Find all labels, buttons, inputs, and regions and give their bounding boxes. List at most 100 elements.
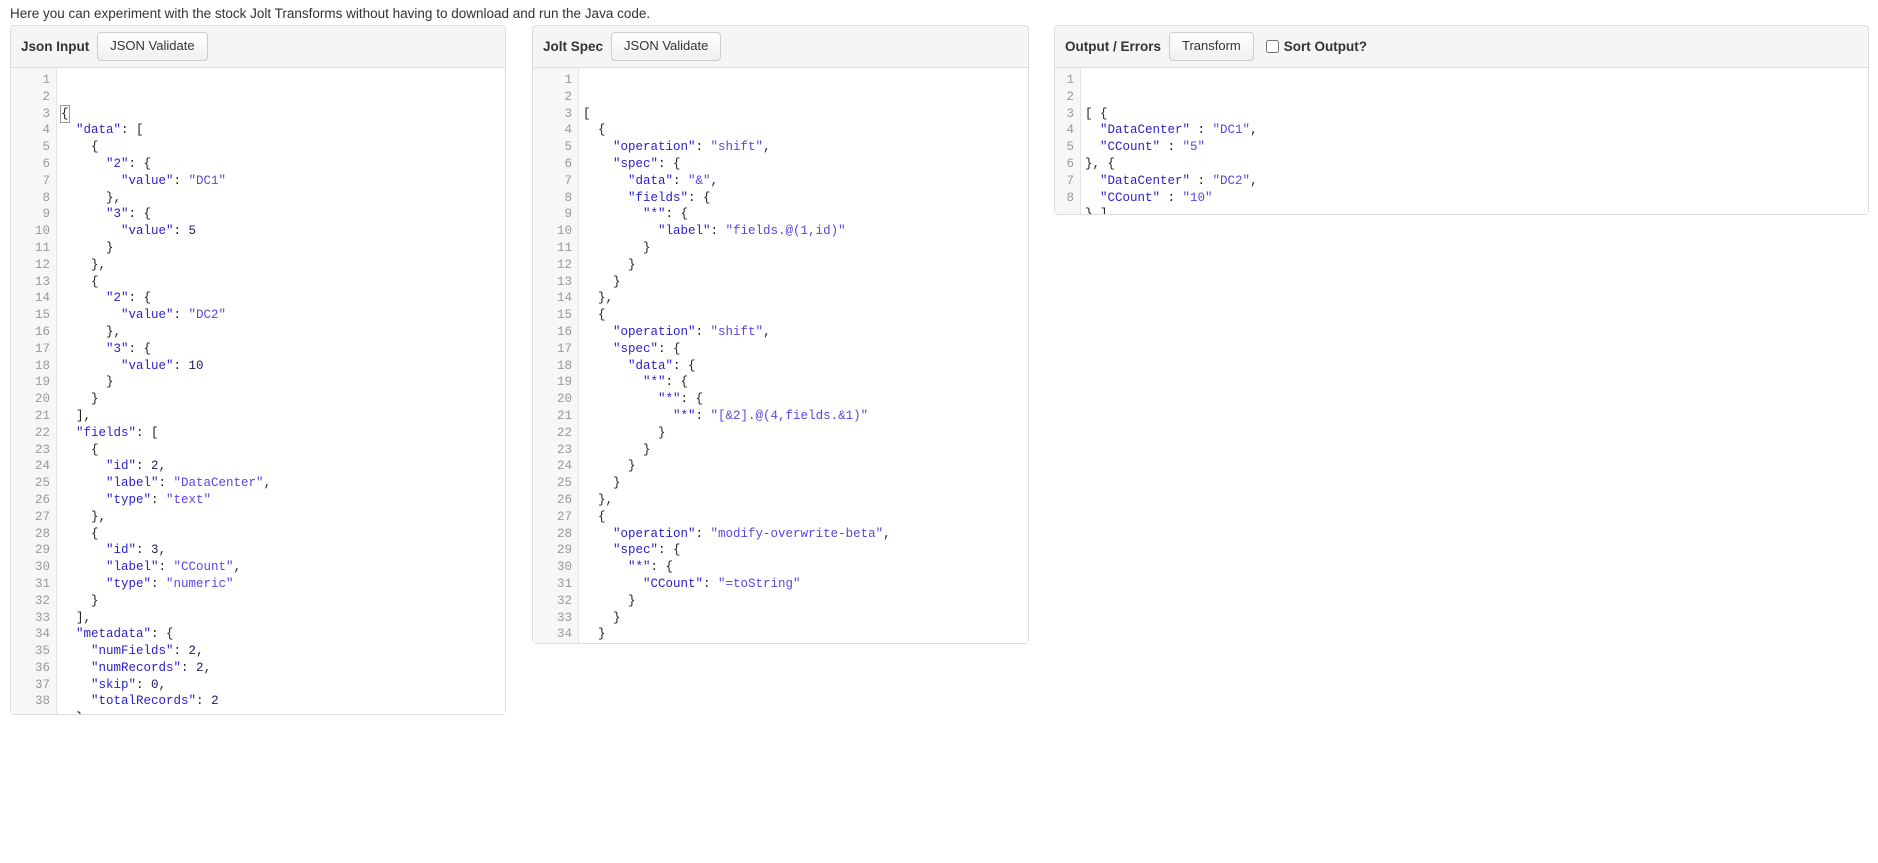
code-line: } — [61, 240, 114, 255]
code-line: } — [583, 442, 651, 457]
code-line: "type": "text" — [106, 492, 212, 507]
code-line: [ — [583, 106, 591, 121]
json-input-code-lines: { "data": [ { "2": { "value": "DC1" }, "… — [60, 102, 505, 714]
line-number: 29 — [34, 543, 50, 558]
line-number: 27 — [556, 509, 572, 524]
line-number: 25 — [34, 476, 50, 491]
code-line: } — [583, 459, 636, 474]
code-line: "2": { — [106, 156, 152, 171]
line-number: 31 — [556, 576, 572, 591]
code-line: } — [583, 593, 636, 608]
code-line: "label": "fields.@(1,id)" — [658, 224, 846, 239]
line-number: 20 — [556, 392, 572, 407]
code-line: { — [61, 140, 99, 155]
code-line: "type": "numeric" — [106, 576, 234, 591]
jolt-spec-editor[interactable]: 1 2 3 4 5 6 7 8 9 10 11 12 13 14 15 16 17 18 19 20 21 22 23 24 2… — [533, 68, 1028, 643]
line-number: 9 — [564, 207, 572, 222]
line-number: 13 — [34, 274, 50, 289]
code-line: "value": 10 — [121, 358, 204, 373]
json-input-gutter: 1 2 3 4 5 6 7 8 9 10 11 12 13 14 15 16 17 18 19 20 21 22 23 24 2… — [11, 68, 57, 714]
code-line: { — [61, 526, 99, 541]
code-line: "data": { — [628, 358, 696, 373]
code-line: "*": { — [658, 392, 704, 407]
line-number: 16 — [34, 324, 50, 339]
json-input-editor[interactable]: 1 2 3 4 5 6 7 8 9 10 11 12 13 14 15 16 17 18 19 20 21 22 23 24 2… — [11, 68, 505, 714]
line-number: 6 — [564, 156, 572, 171]
code-line: { — [61, 442, 99, 457]
code-line: "fields": [ — [76, 425, 159, 440]
code-line: } — [583, 425, 666, 440]
code-line: "spec": { — [613, 341, 681, 356]
line-number: 38 — [34, 694, 50, 709]
line-number: 14 — [556, 291, 572, 306]
code-line: "value": "DC2" — [121, 308, 227, 323]
code-line: "data": "&", — [628, 173, 719, 188]
output-errors-header: Output / Errors Transform Sort Output? — [1055, 26, 1868, 68]
jolt-spec-header: Jolt Spec JSON Validate — [533, 26, 1028, 68]
code-line: { — [61, 274, 99, 289]
jolt-spec-gutter-lines: 1 2 3 4 5 6 7 8 9 10 11 12 13 14 15 16 17 18 19 20 21 22 23 24 2… — [533, 68, 578, 643]
line-number: 29 — [556, 543, 572, 558]
code-line: { — [583, 308, 606, 323]
code-line: "operation": "shift", — [613, 324, 771, 339]
sort-output-checkbox-wrap[interactable]: Sort Output? — [1265, 39, 1367, 54]
line-number: 8 — [564, 190, 572, 205]
output-code[interactable]: [ { "DataCenter" : "DC1", "CCount" : "5"… — [1081, 68, 1868, 214]
code-line: "numRecords": 2, — [91, 660, 212, 675]
line-number: 28 — [556, 526, 572, 541]
code-line: { — [583, 123, 606, 138]
line-number: 8 — [42, 190, 50, 205]
json-input-validate-button[interactable]: JSON Validate — [97, 32, 208, 61]
code-line: "operation": "shift", — [613, 140, 771, 155]
code-line: "label": "DataCenter", — [106, 476, 272, 491]
code-line: "DataCenter" : "DC2", — [1100, 173, 1258, 188]
code-line: [ { — [1085, 106, 1108, 121]
json-input-code[interactable]: { "data": [ { "2": { "value": "DC1" }, "… — [57, 68, 505, 714]
sort-output-checkbox[interactable] — [1265, 40, 1279, 53]
output-errors-panel: Output / Errors Transform Sort Output? 1… — [1054, 25, 1869, 215]
code-line: } — [583, 627, 606, 642]
line-number: 18 — [556, 358, 572, 373]
line-number: 34 — [34, 627, 50, 642]
code-line: } ] — [1085, 206, 1868, 214]
line-number: 14 — [34, 291, 50, 306]
line-number: 8 — [1066, 190, 1074, 205]
jolt-spec-code-lines: [ { "operation": "shift", "spec": { "dat… — [583, 102, 1028, 643]
line-number: 7 — [564, 173, 572, 188]
code-line: ], — [61, 610, 92, 625]
code-line: "CCount" : "5" — [1100, 140, 1206, 155]
jolt-spec-code[interactable]: [ { "operation": "shift", "spec": { "dat… — [579, 68, 1028, 643]
code-line: }, — [583, 291, 614, 306]
output-gutter: 1 2 3 4 56 7 8 — [1055, 68, 1081, 214]
code-line: "id": 3, — [106, 543, 167, 558]
line-number: 4 — [564, 123, 572, 138]
line-number: 13 — [556, 274, 572, 289]
output-code-lines: [ { "DataCenter" : "DC1", "CCount" : "5"… — [1085, 102, 1868, 214]
line-number: 6 — [1066, 156, 1074, 171]
json-input-header: Json Input JSON Validate — [11, 26, 505, 68]
code-line: "id": 2, — [106, 459, 167, 474]
code-line: "3": { — [106, 341, 152, 356]
line-number: 11 — [34, 240, 50, 255]
code-line: } — [61, 710, 505, 714]
code-line: } — [583, 240, 651, 255]
line-number: 12 — [34, 257, 50, 272]
line-number: 21 — [34, 408, 50, 423]
line-number: 21 — [556, 408, 572, 423]
jolt-spec-validate-button[interactable]: JSON Validate — [611, 32, 722, 61]
line-number: 30 — [556, 560, 572, 575]
sort-output-label: Sort Output? — [1283, 39, 1367, 54]
line-number: 11 — [556, 240, 572, 255]
line-number: 5 — [564, 140, 572, 155]
line-number: 17 — [556, 341, 572, 356]
line-number: 32 — [34, 593, 50, 608]
code-line: "metadata": { — [76, 627, 174, 642]
line-number: 23 — [556, 442, 572, 457]
jolt-spec-gutter: 1 2 3 4 5 6 7 8 9 10 11 12 13 14 15 16 17 18 19 20 21 22 23 24 2… — [533, 68, 579, 643]
line-number: 7 — [1066, 173, 1074, 188]
code-line: }, — [61, 257, 107, 272]
output-editor[interactable]: 1 2 3 4 56 7 8 [ { "DataCenter" : "DC1", "CCou… — [1055, 68, 1868, 214]
transform-button[interactable]: Transform — [1169, 32, 1254, 61]
line-number: 1 — [564, 73, 572, 87]
line-number: 17 — [34, 341, 50, 356]
